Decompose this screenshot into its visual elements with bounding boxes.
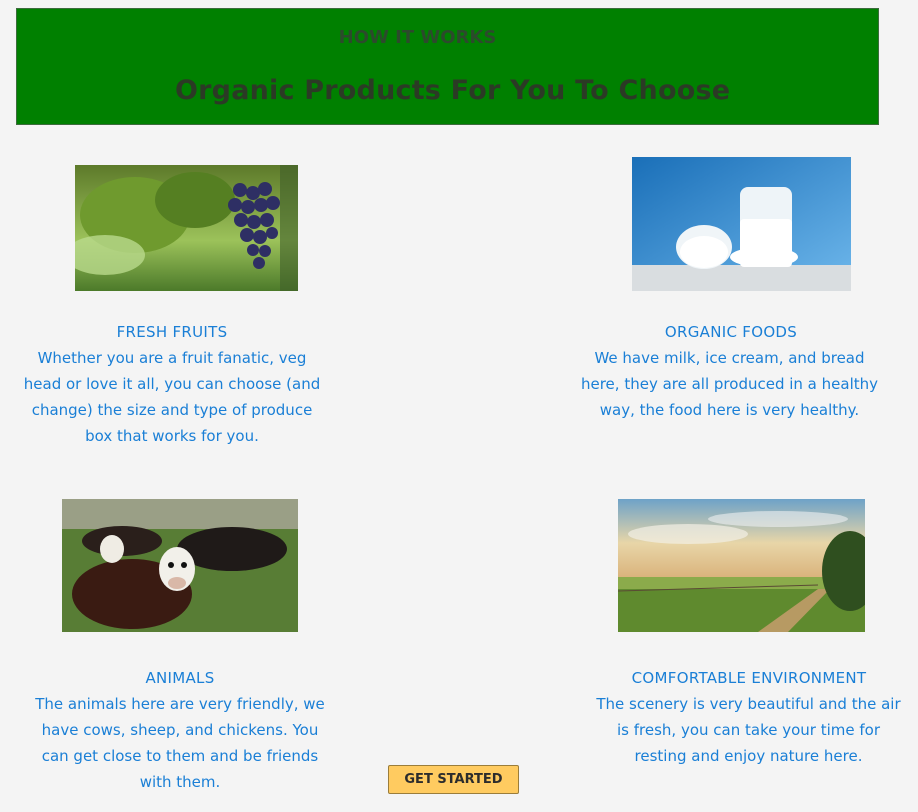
fruits-title: FRESH FRUITS xyxy=(116,323,228,341)
organic-foods-image xyxy=(632,157,851,291)
fruits-image xyxy=(75,165,298,291)
hero-banner: HOW IT WORKS Organic Products For You To… xyxy=(16,8,879,125)
get-started-button[interactable]: GET STARTED xyxy=(388,765,519,794)
organic-foods-description: We have milk, ice cream, and bread here,… xyxy=(580,349,878,419)
environment-description: The scenery is very beautiful and the ai… xyxy=(596,695,901,765)
environment-image xyxy=(618,499,865,632)
page-title: Organic Products For You To Choose xyxy=(175,75,731,106)
how-it-works-text: HOW IT WORKS xyxy=(338,27,497,48)
organic-foods-title: ORGANIC FOODS xyxy=(664,323,798,341)
environment-title: COMFORTABLE ENVIRONMENT xyxy=(631,669,867,687)
fruits-description: Whether you are a fruit fanatic, veg hea… xyxy=(23,349,321,445)
animals-description: The animals here are very friendly, we h… xyxy=(35,695,325,791)
animals-image xyxy=(62,499,298,632)
animals-title: ANIMALS xyxy=(145,669,215,687)
how-it-works-label: HOW IT WORKS xyxy=(17,27,878,48)
